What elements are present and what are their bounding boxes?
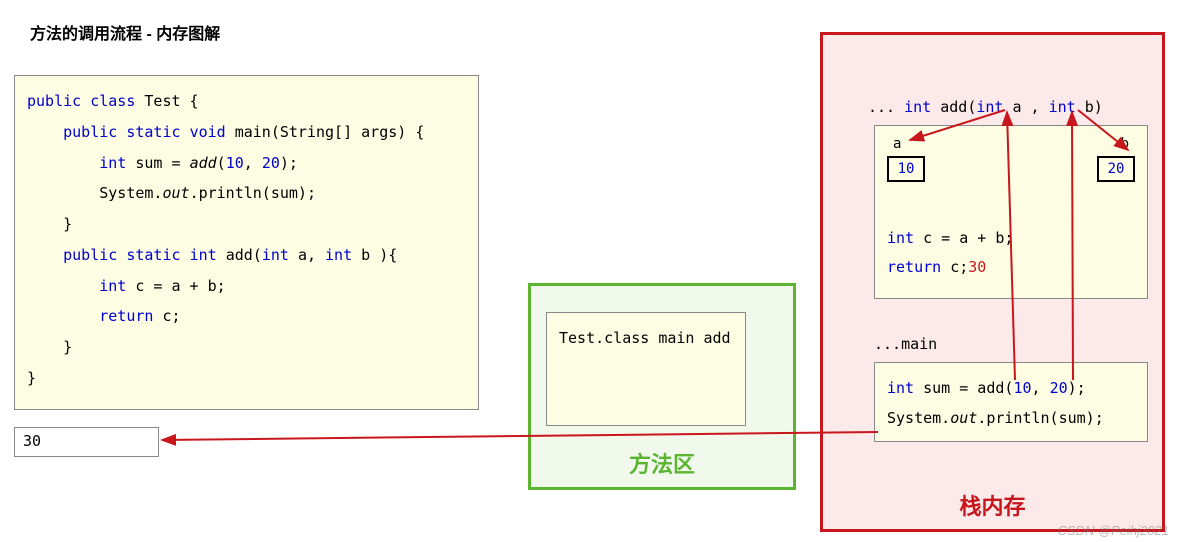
t: int bbox=[99, 154, 126, 172]
t: int bbox=[99, 277, 126, 295]
t: ); bbox=[1068, 379, 1086, 397]
t: int bbox=[262, 246, 289, 264]
t: sum = add( bbox=[923, 379, 1013, 397]
t: main(String[] args) { bbox=[235, 123, 425, 141]
t: ... bbox=[868, 98, 895, 116]
return-value: 30 bbox=[968, 258, 986, 276]
t: public bbox=[63, 123, 117, 141]
t: return bbox=[99, 307, 153, 325]
t: System. bbox=[887, 409, 950, 427]
t: 10 bbox=[226, 154, 244, 172]
t: void bbox=[190, 123, 226, 141]
stack-label: 栈内存 bbox=[823, 489, 1162, 521]
t: add bbox=[190, 154, 217, 172]
t: a, bbox=[298, 246, 316, 264]
t: ); bbox=[280, 154, 298, 172]
t: int bbox=[1049, 98, 1076, 116]
t: int bbox=[325, 246, 352, 264]
main-stack-frame: int sum = add(10, 20); System.out.println… bbox=[874, 362, 1148, 442]
t: int bbox=[887, 379, 914, 397]
t: 20 bbox=[262, 154, 280, 172]
t: System. bbox=[99, 184, 162, 202]
t: int bbox=[904, 98, 931, 116]
watermark: CSDN @Peihj2021 bbox=[1058, 523, 1169, 538]
t: , bbox=[1032, 379, 1041, 397]
method-area-label: 方法区 bbox=[531, 447, 793, 479]
t: b) bbox=[1085, 98, 1103, 116]
add-signature: ... int add(int a , int b) bbox=[868, 98, 1103, 116]
t: static bbox=[126, 246, 180, 264]
main-label: ...main bbox=[874, 335, 937, 353]
add-frame-code: int c = a + b; return c;30 bbox=[887, 224, 1013, 281]
t: public bbox=[27, 92, 81, 110]
t: public bbox=[63, 246, 117, 264]
t: return bbox=[887, 258, 941, 276]
t: 20 bbox=[1050, 379, 1068, 397]
t: c = a + b; bbox=[135, 277, 225, 295]
t: b ){ bbox=[361, 246, 397, 264]
t: ( bbox=[217, 154, 226, 172]
t: out bbox=[162, 184, 189, 202]
t: static bbox=[126, 123, 180, 141]
t: Test.class bbox=[559, 329, 649, 347]
t: c; bbox=[950, 258, 968, 276]
t: int bbox=[976, 98, 1003, 116]
t: c; bbox=[162, 307, 180, 325]
t: , bbox=[244, 154, 253, 172]
t: c = a + b; bbox=[923, 229, 1013, 247]
t: int bbox=[887, 229, 914, 247]
t: add( bbox=[226, 246, 262, 264]
t: main bbox=[658, 329, 694, 347]
t: a , bbox=[1013, 98, 1040, 116]
t: } bbox=[63, 215, 72, 233]
var-b-label: b bbox=[1121, 136, 1129, 152]
t: 10 bbox=[1013, 379, 1031, 397]
t: } bbox=[63, 338, 72, 356]
t: class bbox=[90, 92, 135, 110]
t: int bbox=[190, 246, 217, 264]
var-b-box: 20 bbox=[1097, 156, 1135, 182]
page-title: 方法的调用流程 - 内存图解 bbox=[30, 20, 220, 44]
t: add( bbox=[940, 98, 976, 116]
source-code-box: public class Test { public static void m… bbox=[14, 75, 479, 410]
add-stack-frame: a 10 b 20 int c = a + b; return c;30 bbox=[874, 125, 1148, 299]
t: .println(sum); bbox=[190, 184, 316, 202]
output-box: 30 bbox=[14, 427, 159, 457]
var-a-label: a bbox=[893, 136, 901, 152]
t: .println(sum); bbox=[977, 409, 1103, 427]
t: sum = bbox=[135, 154, 180, 172]
var-a-box: 10 bbox=[887, 156, 925, 182]
t: } bbox=[27, 369, 36, 387]
method-area-content: Test.class main add bbox=[546, 312, 746, 426]
t: add bbox=[704, 329, 731, 347]
t: out bbox=[950, 409, 977, 427]
t: Test { bbox=[144, 92, 198, 110]
